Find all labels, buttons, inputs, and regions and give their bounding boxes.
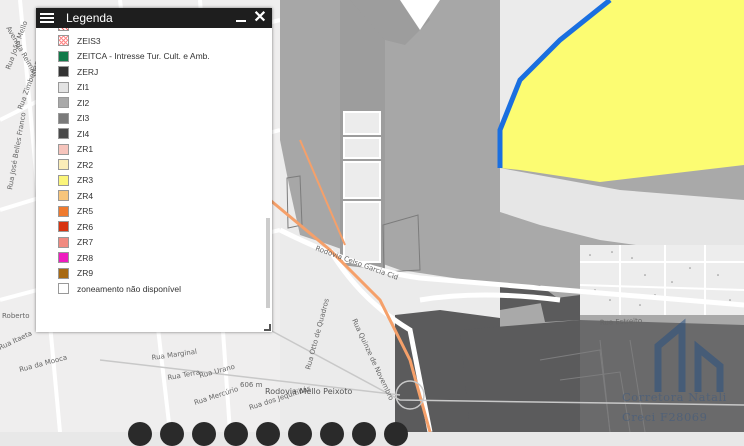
legend-label: ZR4 — [77, 190, 94, 201]
toolbar-button-2[interactable] — [160, 422, 184, 446]
legend-item: ZR8 — [58, 252, 93, 264]
legend-label: ZR1 — [77, 144, 94, 154]
legend-item: ZR5 — [58, 205, 93, 217]
legend-swatch — [58, 221, 69, 232]
legend-item: ZR9 — [58, 267, 93, 279]
legend-item: ZR6 — [58, 221, 93, 233]
legend-swatch — [58, 190, 69, 201]
legend-label: ZR5 — [77, 206, 94, 216]
legend-item: ZEITCA - Intresse Tur. Cult. e Amb. — [58, 50, 210, 62]
legend-label: ZEITCA - Intresse Tur. Cult. e Amb. — [77, 51, 210, 61]
legend-swatch — [58, 50, 69, 62]
legend-label: zoneamento não disponível — [77, 283, 181, 294]
broker-watermark: Corretora Natali Creci F28069 — [614, 312, 744, 432]
legend-swatch — [58, 35, 69, 46]
legend-swatch — [58, 97, 69, 108]
legend-label: ZI4 — [77, 128, 90, 139]
legend-swatch — [58, 143, 69, 155]
legend-item: ZERJ — [58, 66, 98, 78]
minimize-icon[interactable] — [234, 11, 248, 25]
legend-item: ZR4 — [58, 190, 93, 202]
toolbar-button-8[interactable] — [352, 422, 376, 446]
legend-label: ZR6 — [77, 221, 94, 232]
building-logo-icon — [654, 318, 724, 392]
legend-list: ZEIS2 ZEIS3 ZEITCA - Intresse Tur. Cult. e… — [36, 28, 272, 332]
toolbar-button-6[interactable] — [288, 422, 312, 446]
legend-item: ZI1 — [58, 81, 89, 93]
legend-item: ZR7 — [58, 236, 93, 248]
legend-swatch — [58, 283, 69, 294]
legend-swatch — [58, 128, 69, 139]
legend-item: ZEIS3 — [58, 35, 101, 47]
legend-label: ZR2 — [77, 159, 94, 170]
legend-label: ZI2 — [77, 97, 90, 108]
legend-swatch — [58, 81, 69, 93]
close-icon[interactable]: ✕ — [252, 10, 268, 26]
legend-swatch — [58, 112, 69, 124]
legend-label: ZR3 — [77, 175, 94, 185]
toolbar-button-7[interactable] — [320, 422, 344, 446]
legend-panel: Legenda ✕ ZEIS2 ZEIS3 ZEITCA - Intresse Tu… — [36, 8, 272, 332]
watermark-line1: Corretora Natali — [622, 390, 727, 404]
legend-header[interactable]: Legenda ✕ — [36, 8, 272, 28]
legend-item: zoneamento não disponível — [58, 283, 181, 295]
legend-swatch — [58, 174, 69, 186]
legend-label: ZI1 — [77, 82, 90, 92]
legend-swatch — [58, 159, 69, 170]
legend-item: ZI2 — [58, 97, 89, 109]
legend-item: ZI4 — [58, 128, 89, 140]
legend-label: ZERJ — [77, 66, 99, 77]
toolbar-button-4[interactable] — [224, 422, 248, 446]
label-r-robertos: Roberto — [2, 312, 30, 320]
toolbar-button-5[interactable] — [256, 422, 280, 446]
legend-swatch — [58, 236, 69, 248]
label-elev-606: 606 m — [240, 381, 263, 389]
watermark-line2: Creci F28069 — [622, 410, 708, 424]
toolbar-button-9[interactable] — [384, 422, 408, 446]
legend-label: ZR9 — [77, 268, 94, 278]
legend-label: ZEIS3 — [77, 35, 101, 46]
toolbar-button-layers[interactable] — [128, 422, 152, 446]
legend-label: ZEIS2 — [77, 28, 101, 30]
legend-label: ZI3 — [77, 113, 90, 123]
legend-swatch — [58, 252, 69, 263]
legend-item: ZEIS2 — [58, 28, 101, 31]
toolbar-button-3[interactable] — [192, 422, 216, 446]
legend-scrollbar[interactable] — [266, 218, 270, 308]
legend-swatch — [58, 267, 69, 279]
legend-label: ZR8 — [77, 252, 94, 263]
resize-handle-icon[interactable] — [264, 324, 271, 331]
legend-title: Legenda — [66, 11, 113, 25]
menu-icon[interactable] — [40, 13, 54, 23]
legend-item: ZI3 — [58, 112, 89, 124]
legend-swatch — [58, 28, 69, 31]
legend-item: ZR2 — [58, 159, 93, 171]
legend-swatch — [58, 205, 69, 217]
label-rodovia-melo-peixoto: Rodovia Mello Peixoto — [265, 387, 352, 396]
legend-item: ZR1 — [58, 143, 93, 155]
legend-swatch — [58, 66, 69, 77]
legend-item: ZR3 — [58, 174, 93, 186]
legend-label: ZR7 — [77, 237, 94, 247]
